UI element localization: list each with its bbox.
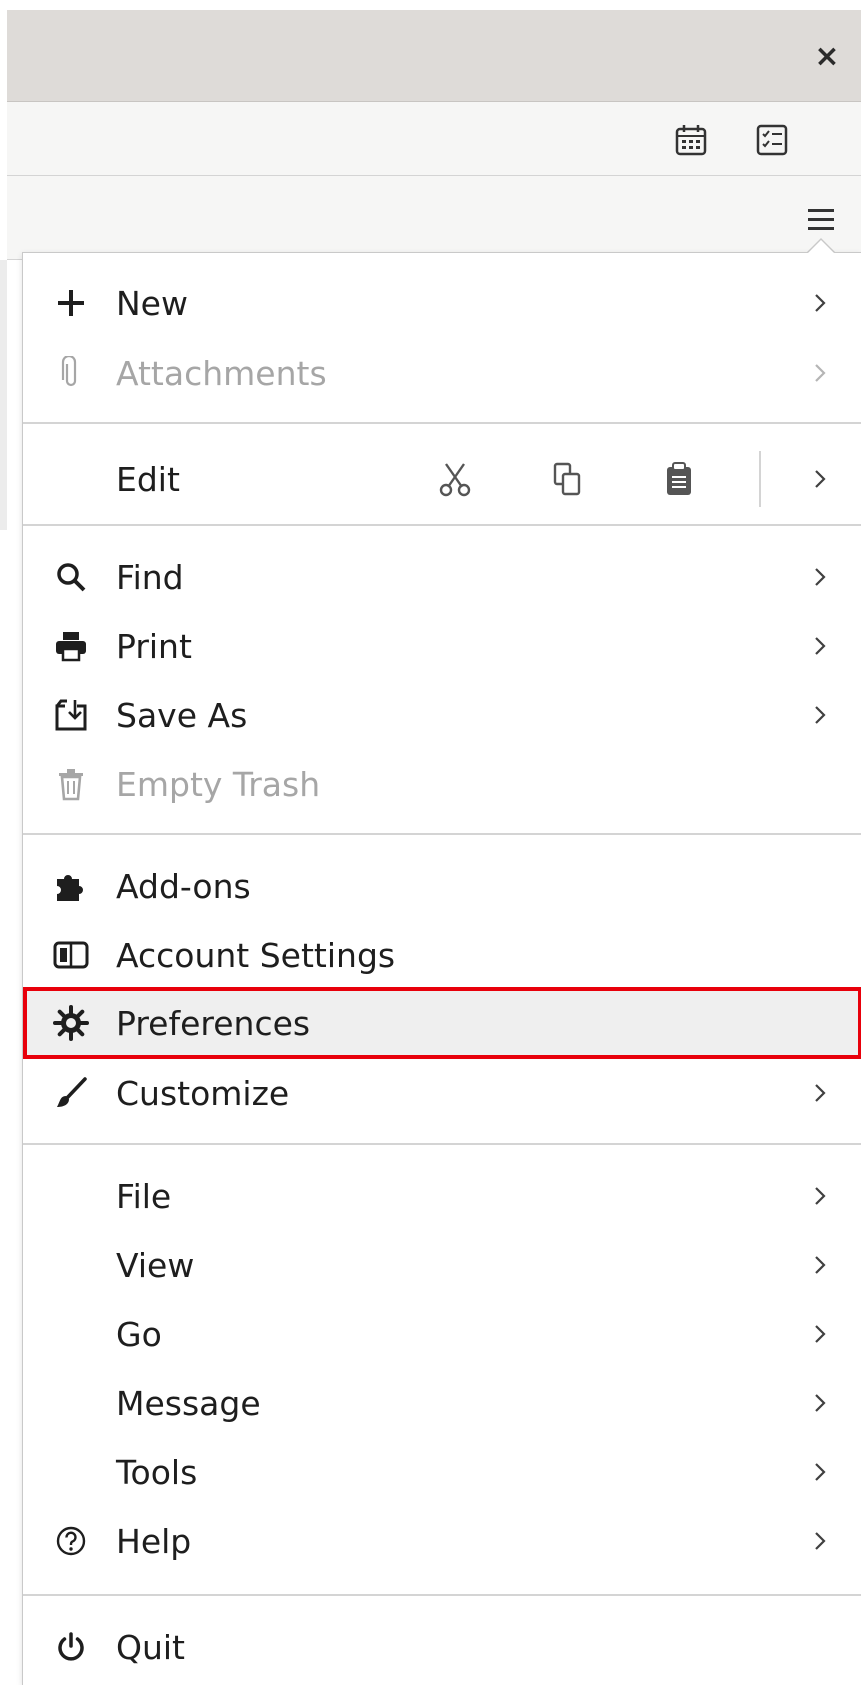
search-icon (51, 557, 91, 597)
plus-icon (51, 283, 91, 323)
menu-item-preferences[interactable]: Preferences (23, 987, 861, 1059)
menu-item-go[interactable]: Go (23, 1302, 861, 1366)
chevron-right-icon (808, 1073, 832, 1113)
account-icon (51, 935, 91, 975)
menu-item-label: Empty Trash (116, 764, 321, 804)
menu-item-label: Edit (116, 459, 180, 499)
chevron-right-icon (808, 626, 832, 666)
menu-item-label: View (116, 1245, 195, 1285)
hamburger-menu-icon[interactable] (801, 200, 841, 240)
save-as-icon (51, 695, 91, 735)
top-toolbar (7, 102, 861, 176)
menu-item-customize[interactable]: Customize (23, 1061, 861, 1125)
menu-item-label: Account Settings (116, 935, 396, 975)
chevron-right-icon (808, 283, 832, 323)
menu-separator (23, 1143, 861, 1145)
chevron-right-icon (808, 1245, 832, 1285)
power-icon (51, 1627, 91, 1667)
help-icon (51, 1521, 91, 1561)
menu-item-file[interactable]: File (23, 1164, 861, 1228)
menu-item-edit: Edit (23, 443, 861, 515)
menu-item-label: File (116, 1176, 172, 1216)
menu-item-save-as[interactable]: Save As (23, 683, 861, 747)
printer-icon (51, 626, 91, 666)
brush-icon (51, 1073, 91, 1113)
menu-item-label: Preferences (116, 1003, 311, 1043)
menu-item-label: Help (116, 1521, 192, 1561)
puzzle-icon (51, 866, 91, 906)
menu-separator (23, 524, 861, 526)
menu-separator (23, 833, 861, 835)
tasks-icon[interactable] (752, 120, 792, 160)
app-menu-panel: New Attachments Edit Find Print Save As … (22, 252, 861, 1685)
menu-item-quit[interactable]: Quit (23, 1615, 861, 1679)
copy-icon[interactable] (541, 453, 593, 505)
menu-item-addons[interactable]: Add-ons (23, 854, 861, 918)
menu-item-account-settings[interactable]: Account Settings (23, 923, 861, 987)
menu-pointer-fill (808, 240, 834, 253)
close-button[interactable]: × (807, 36, 847, 76)
menu-separator (23, 1594, 861, 1596)
menu-toolbar (7, 176, 861, 260)
menu-item-label: Message (116, 1383, 261, 1423)
gear-icon (51, 1003, 91, 1043)
menu-item-label: Customize (116, 1073, 290, 1113)
menu-item-message[interactable]: Message (23, 1371, 861, 1435)
menu-item-view[interactable]: View (23, 1233, 861, 1297)
chevron-right-icon (808, 1176, 832, 1216)
cut-icon[interactable] (429, 453, 481, 505)
app-window: × New Attachments Edit Find Print Save A… (0, 0, 861, 1685)
menu-item-label: Attachments (116, 353, 327, 393)
menu-item-label: Quit (116, 1627, 185, 1667)
chevron-right-icon (808, 695, 832, 735)
menu-item-find[interactable]: Find (23, 545, 861, 609)
menu-item-attachments: Attachments (23, 341, 861, 405)
title-bar: × (7, 10, 861, 102)
menu-item-label: Print (116, 626, 192, 666)
chevron-right-icon (808, 1383, 832, 1423)
trash-icon (51, 764, 91, 804)
chevron-right-icon (808, 557, 832, 597)
menu-item-help[interactable]: Help (23, 1509, 861, 1573)
menu-separator (23, 422, 861, 424)
menu-item-label: Find (116, 557, 184, 597)
menu-item-empty-trash: Empty Trash (23, 752, 861, 816)
background-pane (0, 260, 7, 530)
menu-item-label: Go (116, 1314, 162, 1354)
edit-divider (759, 451, 761, 507)
menu-item-label: Save As (116, 695, 248, 735)
paste-icon[interactable] (653, 453, 705, 505)
menu-item-label: New (116, 283, 188, 323)
menu-item-tools[interactable]: Tools (23, 1440, 861, 1504)
chevron-right-icon (808, 1452, 832, 1492)
menu-item-label: Add-ons (116, 866, 251, 906)
chevron-right-icon[interactable] (808, 459, 832, 499)
chevron-right-icon (808, 353, 832, 393)
chevron-right-icon (808, 1314, 832, 1354)
menu-item-new[interactable]: New (23, 271, 861, 335)
menu-item-print[interactable]: Print (23, 614, 861, 678)
menu-item-label: Tools (116, 1452, 198, 1492)
chevron-right-icon (808, 1521, 832, 1561)
calendar-icon[interactable] (671, 120, 711, 160)
paperclip-icon (51, 353, 91, 393)
